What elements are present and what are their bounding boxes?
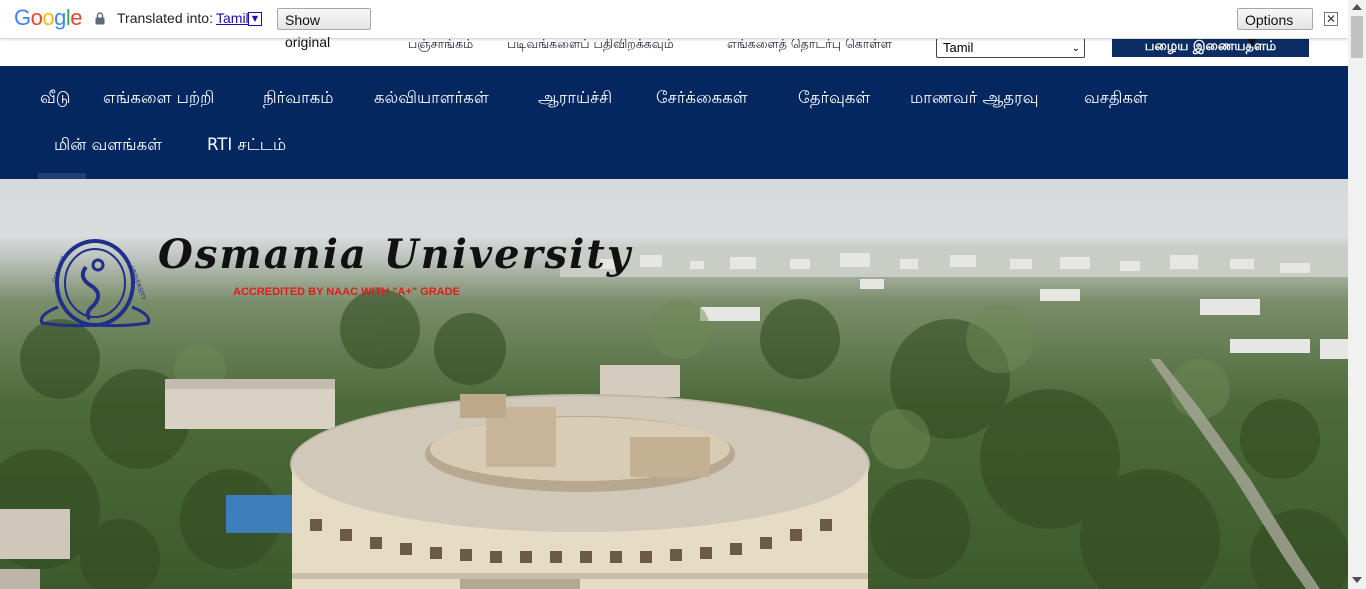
nav-item-e-resources[interactable]: மின் வளங்கள் — [54, 135, 162, 157]
old-website-button[interactable]: பழைய இணையதளம் — [1112, 38, 1309, 57]
nav-item-student-support[interactable]: மாணவர் ஆதரவு — [910, 88, 1038, 110]
hero-banner: OSMANIA UNIVERSITY Osmania University AC… — [0, 179, 1348, 589]
language-dropdown-icon[interactable]: ▼ — [248, 12, 262, 26]
google-logo-letter: g — [54, 5, 66, 30]
translated-into-label: Translated into: — [117, 10, 213, 26]
google-logo-letter: e — [70, 5, 83, 30]
nav-item-facilities[interactable]: வசதிகள் — [1084, 88, 1148, 110]
translated-language-link[interactable]: Tamil — [216, 10, 249, 26]
language-select[interactable]: Tamil ⌄ — [936, 38, 1085, 58]
nav-item-rti-act[interactable]: RTI சட்டம் — [207, 135, 286, 157]
nav-item-academics[interactable]: கல்வியாளர்கள் — [374, 88, 489, 110]
lock-icon — [95, 12, 105, 25]
google-logo-letter: o — [42, 5, 55, 30]
google-logo: Google — [14, 5, 83, 31]
nav-item-about-us[interactable]: எங்களை பற்றி — [103, 88, 214, 110]
nav-item-admissions[interactable]: சேர்க்கைகள் — [656, 88, 748, 110]
accreditation-tagline: ACCREDITED BY NAAC WITH "A+" GRADE — [233, 286, 460, 298]
vertical-scrollbar[interactable] — [1348, 0, 1366, 589]
google-logo-letter: o — [30, 5, 43, 30]
university-title: Osmania University — [158, 231, 633, 278]
university-seal-logo: OSMANIA UNIVERSITY — [39, 239, 151, 328]
options-button[interactable]: Options ▼ — [1237, 8, 1313, 50]
google-logo-letter: G — [14, 5, 31, 30]
chevron-down-icon: ⌄ — [1071, 43, 1080, 54]
nav-item-administration[interactable]: நிர்வாகம் — [263, 88, 334, 110]
utility-strip: பஞ்சாங்கம் படிவங்களைப் பதிவிறக்கவும் எங்… — [0, 36, 1348, 66]
show-original-button[interactable]: Show original — [277, 8, 371, 50]
language-select-value: Tamil — [943, 40, 974, 55]
main-navigation: வீடு எங்களை பற்றி நிர்வாகம் கல்வியாளர்கள… — [0, 66, 1348, 179]
nav-item-examinations[interactable]: தேர்வுகள் — [798, 88, 870, 110]
nav-item-home[interactable]: வீடு — [40, 88, 71, 110]
close-icon[interactable]: ✕ — [1324, 12, 1338, 26]
scroll-thumb[interactable] — [1351, 16, 1363, 58]
google-translate-bar: Google Translated into: Tamil ▼ Show ori… — [0, 0, 1348, 50]
scroll-down-arrow-icon[interactable] — [1352, 577, 1362, 583]
nav-item-research[interactable]: ஆராய்ச்சி — [538, 88, 612, 110]
scroll-up-arrow-icon[interactable] — [1352, 4, 1362, 10]
